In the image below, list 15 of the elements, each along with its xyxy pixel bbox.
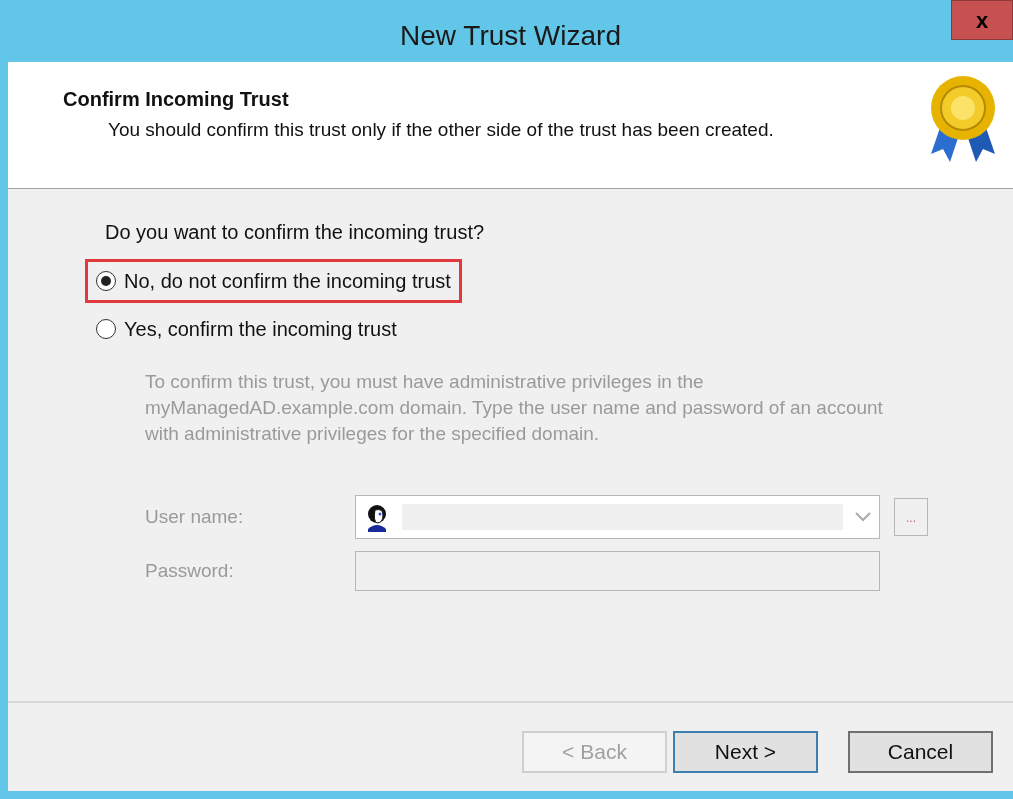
radio-button[interactable] <box>96 319 116 339</box>
radio-label[interactable]: No, do not confirm the incoming trust <box>124 266 451 296</box>
radio-button[interactable] <box>96 271 116 291</box>
page-subtitle: You should confirm this trust only if the other side of the trust has been created. <box>107 118 775 142</box>
window-title: New Trust Wizard <box>400 19 621 53</box>
wizard-button[interactable]: Next > <box>673 731 818 773</box>
page-title: Confirm Incoming Trust <box>63 87 290 112</box>
field-label: User name: <box>145 504 245 529</box>
field-label: Password: <box>145 558 235 583</box>
close-button[interactable]: x <box>951 0 1013 40</box>
wizard-button[interactable]: Cancel <box>848 731 993 773</box>
chevron-down-icon <box>855 512 871 522</box>
radio-label[interactable]: Yes, confirm the incoming trust <box>124 314 397 344</box>
info-text: To confirm this trust, you must have administrative privileges in the myManagedAD.example.com domain. Type the user name and password of an account with administrative privileges for the specified domain. <box>145 370 884 446</box>
question-text: Do you want to confirm the incoming trust? <box>104 220 486 245</box>
